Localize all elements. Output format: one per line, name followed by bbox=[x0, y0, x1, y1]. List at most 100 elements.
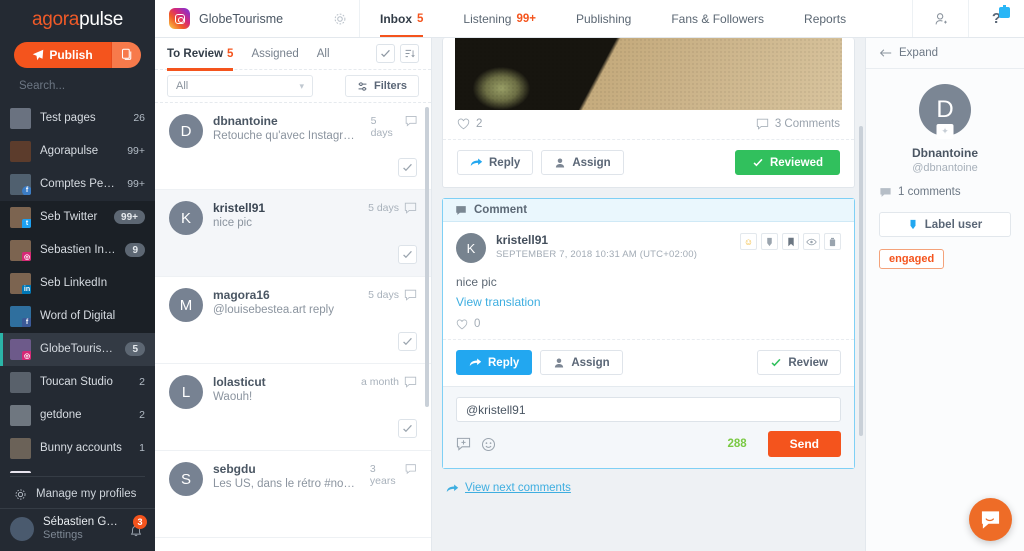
sidebar-item-agorapulse[interactable]: Agorapulse 99+ bbox=[0, 135, 155, 168]
search-input[interactable] bbox=[19, 80, 173, 93]
eye-icon bbox=[806, 238, 817, 245]
sidebar-item-test-pages[interactable]: Test pages 26 bbox=[0, 102, 155, 135]
tab-assigned[interactable]: Assigned bbox=[251, 38, 298, 70]
tab-to-review[interactable]: To Review 5 bbox=[167, 38, 234, 71]
sidebar-item-sebastien-instagram[interactable]: ◎ Sebastien Instagr... 9 bbox=[0, 234, 155, 267]
profile-count: 99+ bbox=[127, 178, 145, 191]
review-item-button[interactable] bbox=[398, 332, 417, 351]
profile-avatar bbox=[10, 140, 31, 162]
review-item-button[interactable] bbox=[398, 245, 417, 264]
profile-group-pages: Test pages 26 Agorapulse 99+ f Comptes P… bbox=[0, 101, 155, 201]
comment-reply-label: Reply bbox=[488, 356, 520, 369]
comment-icon bbox=[756, 118, 768, 130]
tab-fans-followers[interactable]: Fans & Followers bbox=[651, 0, 784, 37]
avatar: D ✦ bbox=[919, 84, 971, 139]
send-button[interactable]: Send bbox=[767, 431, 841, 457]
profile-name: GlobeTourisme bbox=[40, 343, 117, 356]
list-scrollbar[interactable] bbox=[425, 107, 429, 407]
comment-icon bbox=[456, 205, 466, 215]
type-select[interactable]: All ▾ bbox=[167, 75, 313, 97]
sentiment-icon[interactable]: ☺ bbox=[740, 233, 757, 250]
add-user-button[interactable] bbox=[912, 0, 968, 37]
tab-inbox[interactable]: Inbox 5 bbox=[360, 0, 443, 37]
list-item[interactable]: K kristell91 nice pic 5 days bbox=[155, 190, 431, 277]
filters-button[interactable]: Filters bbox=[344, 75, 419, 97]
sidebar-item-word-of-digital[interactable]: f Word of Digital bbox=[0, 300, 155, 333]
profile-name: Agorapulse bbox=[40, 145, 99, 158]
profile-count: 99+ bbox=[114, 210, 145, 225]
comment-actions: Reply Assign Review bbox=[443, 339, 854, 386]
view-next-comments-link[interactable]: View next comments bbox=[442, 469, 855, 507]
tab-all[interactable]: All bbox=[317, 38, 330, 70]
account-footer[interactable]: Sébastien Gendreau Settings 3 bbox=[0, 507, 155, 551]
emoji-picker-icon[interactable] bbox=[481, 437, 496, 452]
bookmark-icon[interactable] bbox=[782, 233, 799, 250]
sidebar-item-bunny-accounts[interactable]: Bunny accounts 1 bbox=[0, 432, 155, 465]
sidebar-item-globetourisme[interactable]: ◎ GlobeTourisme 5 bbox=[0, 332, 155, 366]
profile-avatar bbox=[10, 404, 31, 426]
review-item-button[interactable] bbox=[398, 419, 417, 438]
comment-reply-button[interactable]: Reply bbox=[456, 350, 533, 375]
post-reviewed-button[interactable]: Reviewed bbox=[734, 150, 840, 175]
sidebar-item-seb-twitter[interactable]: t Seb Twitter 99+ bbox=[0, 201, 155, 234]
comment-icon bbox=[404, 289, 417, 301]
conversation-time: 3 years bbox=[369, 463, 396, 487]
post-reply-button[interactable]: Reply bbox=[457, 150, 534, 175]
profile-settings-button[interactable] bbox=[333, 12, 359, 26]
notifications-button[interactable]: 3 bbox=[130, 514, 147, 540]
manage-profiles-button[interactable]: Manage my profiles bbox=[0, 480, 155, 507]
comment-review-button[interactable]: Review bbox=[757, 350, 841, 375]
avatar: D bbox=[169, 114, 203, 148]
account-name: Sébastien Gendreau bbox=[43, 515, 121, 528]
post-image bbox=[455, 38, 842, 110]
list-item[interactable]: L lolasticut Waouh! a month bbox=[155, 364, 431, 451]
list-item[interactable]: S sebgdu Les US, dans le rétro #nostalgi… bbox=[155, 451, 431, 538]
delete-icon[interactable] bbox=[824, 233, 841, 250]
tab-reports[interactable]: Reports bbox=[784, 0, 866, 37]
saved-replies-icon[interactable] bbox=[456, 437, 471, 451]
chevron-down-icon: ▾ bbox=[299, 80, 304, 91]
review-item-button[interactable] bbox=[398, 158, 417, 177]
help-button[interactable]: ? bbox=[968, 0, 1024, 37]
check-icon bbox=[381, 49, 390, 58]
sidebar-item-toucan-studio[interactable]: Toucan Studio 2 bbox=[0, 366, 155, 399]
avatar: M bbox=[169, 288, 203, 322]
expand-button[interactable]: Expand bbox=[866, 38, 1024, 69]
search-row[interactable] bbox=[0, 76, 173, 102]
label-user-button[interactable]: Label user bbox=[879, 212, 1011, 237]
reply-input[interactable] bbox=[456, 397, 841, 422]
mark-all-reviewed-button[interactable] bbox=[376, 44, 395, 63]
user-info-panel: Expand D ✦ Dbnantoine @dbnantoine 1 comm… bbox=[865, 38, 1024, 551]
list-item[interactable]: D dbnantoine Retouche qu'avec Instagram … bbox=[155, 103, 431, 190]
user-handle: @dbnantoine bbox=[912, 162, 978, 174]
sidebar-item-comptes-perso[interactable]: f Comptes Perso 99+ bbox=[0, 168, 155, 201]
network-badge-icon: f bbox=[22, 185, 31, 195]
support-chat-button[interactable] bbox=[969, 498, 1012, 541]
view-translation-link[interactable]: View translation bbox=[456, 295, 841, 309]
list-item[interactable]: M magora16 @louisebestea.art reply 5 day… bbox=[155, 277, 431, 364]
hide-icon[interactable] bbox=[803, 233, 820, 250]
publish-label: Publish bbox=[49, 47, 93, 62]
tab-publishing[interactable]: Publishing bbox=[556, 0, 651, 37]
tab-publishing-label: Publishing bbox=[575, 11, 632, 26]
post-reviewed-label: Reviewed bbox=[769, 156, 823, 169]
label-icon[interactable] bbox=[761, 233, 778, 250]
detail-scrollbar[interactable] bbox=[859, 126, 863, 436]
arrow-left-icon bbox=[879, 49, 892, 57]
sort-button[interactable] bbox=[400, 44, 419, 63]
post-assign-button[interactable]: Assign bbox=[541, 150, 624, 175]
tab-listening[interactable]: Listening 99+ bbox=[443, 0, 556, 37]
comment-assign-button[interactable]: Assign bbox=[540, 350, 623, 375]
avatar: L bbox=[169, 375, 203, 409]
content-row: To Review 5 Assigned All All ▾ Filters D… bbox=[155, 38, 1024, 551]
profile-avatar: f bbox=[10, 173, 31, 195]
avatar-initial: D bbox=[936, 96, 954, 123]
sidebar-item-getdone[interactable]: getdone 2 bbox=[0, 399, 155, 432]
user-tag-badge[interactable]: engaged bbox=[879, 249, 945, 269]
publish-button[interactable]: Publish bbox=[14, 41, 111, 68]
sidebar-item-coworking-la-roc[interactable]: f Coworking La Roc... 2 bbox=[0, 465, 155, 474]
sidebar-item-seb-linkedin[interactable]: in Seb LinkedIn bbox=[0, 267, 155, 300]
settings-link[interactable]: Settings bbox=[43, 529, 121, 543]
paper-plane-icon bbox=[33, 49, 44, 61]
publish-queue-button[interactable] bbox=[111, 41, 141, 68]
